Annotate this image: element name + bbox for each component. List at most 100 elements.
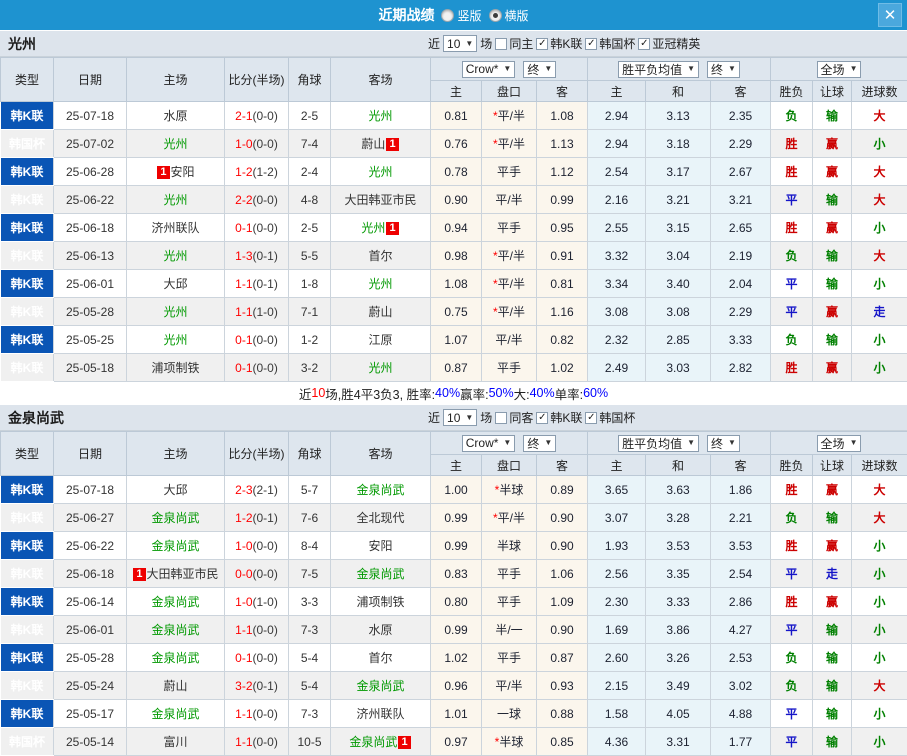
halftime-score: (0-0): [253, 651, 278, 665]
checkbox-icon[interactable]: ✓: [585, 412, 597, 424]
layout-option-vertical[interactable]: 竖版: [441, 7, 481, 24]
match-date: 25-07-18: [54, 476, 127, 504]
away-team-cell: 光州: [331, 354, 431, 382]
result-cell: 胜: [771, 476, 813, 504]
euro-home-odds: 3.65: [588, 476, 646, 504]
games-count-select[interactable]: 10 ▼: [443, 409, 477, 426]
ah-home-odds: 0.98: [431, 242, 482, 270]
checkbox-icon[interactable]: ✓: [638, 38, 650, 50]
league-filters: ✓韩K联✓韩国杯✓亚冠精英: [536, 35, 700, 52]
team-name: 济州联队: [151, 221, 199, 235]
ah-away-odds: 0.85: [537, 728, 588, 756]
team-name: 光州: [361, 221, 385, 235]
ah-away-odds: 0.90: [537, 504, 588, 532]
corner-cell: 7-3: [289, 700, 331, 728]
games-suffix: 场: [480, 409, 492, 426]
sub-col-goals: 进球数: [852, 455, 907, 476]
handicap-result-cell: 赢: [813, 298, 852, 326]
scope-select[interactable]: 全场▼: [817, 435, 862, 452]
same-venue-filter[interactable]: 同客: [495, 409, 533, 426]
euro-home-odds: 1.58: [588, 700, 646, 728]
league-filter[interactable]: ✓韩K联: [536, 409, 582, 426]
odds-company-select[interactable]: Crow*▼: [462, 61, 516, 78]
scope-select[interactable]: 全场▼: [817, 61, 862, 78]
league-badge: 韩K联: [1, 242, 54, 270]
league-badge: 韩K联: [1, 672, 54, 700]
odds-company-select[interactable]: Crow*▼: [462, 435, 516, 452]
halftime-score: (0-1): [253, 249, 278, 263]
team-name: 安阳: [368, 539, 392, 553]
fulltime-score: 3-2: [235, 679, 252, 693]
result-cell: 胜: [771, 214, 813, 242]
ah-home-odds: 0.99: [431, 504, 482, 532]
chevron-down-icon: ▼: [503, 439, 511, 447]
euro-away-odds: 3.53: [711, 532, 771, 560]
match-date: 25-06-13: [54, 242, 127, 270]
sub-col-ah-away: 客: [537, 455, 588, 476]
league-filter[interactable]: ✓亚冠精英: [638, 35, 700, 52]
score-cell: 1-0(0-0): [225, 130, 289, 158]
home-team-cell: 金泉尚武: [127, 504, 225, 532]
euro-state-select[interactable]: 终▼: [707, 61, 740, 78]
handicap-result-cell: 输: [813, 504, 852, 532]
ah-away-odds: 1.13: [537, 130, 588, 158]
checkbox-icon[interactable]: ✓: [536, 38, 548, 50]
league-badge: 韩K联: [1, 354, 54, 382]
sub-col-result: 胜负: [771, 81, 813, 102]
radio-icon-vertical[interactable]: [441, 9, 454, 22]
corner-cell: 5-5: [289, 242, 331, 270]
ah-away-odds: 0.82: [537, 326, 588, 354]
handicap-result-cell: 输: [813, 700, 852, 728]
halftime-score: (1-0): [253, 305, 278, 319]
radio-icon-horizontal[interactable]: [489, 9, 502, 22]
league-filter[interactable]: ✓韩国杯: [585, 409, 635, 426]
league-badge: 韩K联: [1, 186, 54, 214]
handicap-result-cell: 输: [813, 326, 852, 354]
ah-home-odds: 0.75: [431, 298, 482, 326]
euro-home-odds: 3.34: [588, 270, 646, 298]
match-date: 25-06-22: [54, 186, 127, 214]
layout-option-horizontal[interactable]: 横版: [489, 7, 529, 24]
match-row: 韩K联 25-06-01 金泉尚武 1-1(0-0) 7-3 水原 0.99 半…: [1, 616, 907, 644]
league-filter-label: 亚冠精英: [652, 35, 700, 52]
games-count-select[interactable]: 10 ▼: [443, 35, 477, 52]
checkbox-icon[interactable]: ✓: [536, 412, 548, 424]
result-cell: 平: [771, 270, 813, 298]
live-line-marker: *: [493, 109, 498, 123]
ah-line: 平手: [482, 588, 537, 616]
live-line-marker: *: [493, 277, 498, 291]
close-button[interactable]: ✕: [878, 3, 902, 27]
league-filter[interactable]: ✓韩国杯: [585, 35, 635, 52]
ah-line: *平/半: [482, 242, 537, 270]
league-badge: 韩K联: [1, 102, 54, 130]
fulltime-score: 1-1: [235, 623, 252, 637]
euro-odds-select[interactable]: 胜平负均值▼: [618, 435, 699, 452]
halftime-score: (0-0): [253, 707, 278, 721]
checkbox-icon[interactable]: ✓: [585, 38, 597, 50]
odds-state-select[interactable]: 终▼: [523, 61, 556, 78]
checkbox-icon[interactable]: [495, 38, 507, 50]
euro-home-odds: 3.32: [588, 242, 646, 270]
euro-state-select[interactable]: 终▼: [707, 435, 740, 452]
handicap-result-cell: 输: [813, 102, 852, 130]
ah-line: 平手: [482, 354, 537, 382]
league-filter[interactable]: ✓韩K联: [536, 35, 582, 52]
result-cell: 负: [771, 504, 813, 532]
halftime-score: (1-2): [253, 165, 278, 179]
euro-draw-odds: 3.35: [646, 560, 711, 588]
chevron-down-icon: ▼: [687, 439, 695, 447]
fulltime-score: 0-1: [235, 361, 252, 375]
ah-away-odds: 0.93: [537, 672, 588, 700]
odds-state-select[interactable]: 终▼: [523, 435, 556, 452]
same-venue-filter[interactable]: 同主: [495, 35, 533, 52]
result-cell: 平: [771, 186, 813, 214]
match-date: 25-06-14: [54, 588, 127, 616]
euro-odds-select[interactable]: 胜平负均值▼: [618, 61, 699, 78]
home-team-cell: 金泉尚武: [127, 588, 225, 616]
team-name: 大田韩亚市民: [344, 193, 416, 207]
euro-draw-odds: 3.04: [646, 242, 711, 270]
red-card-badge: 1: [398, 736, 410, 749]
checkbox-icon[interactable]: [495, 412, 507, 424]
halftime-score: (0-0): [253, 193, 278, 207]
team-name: 光州: [368, 165, 392, 179]
